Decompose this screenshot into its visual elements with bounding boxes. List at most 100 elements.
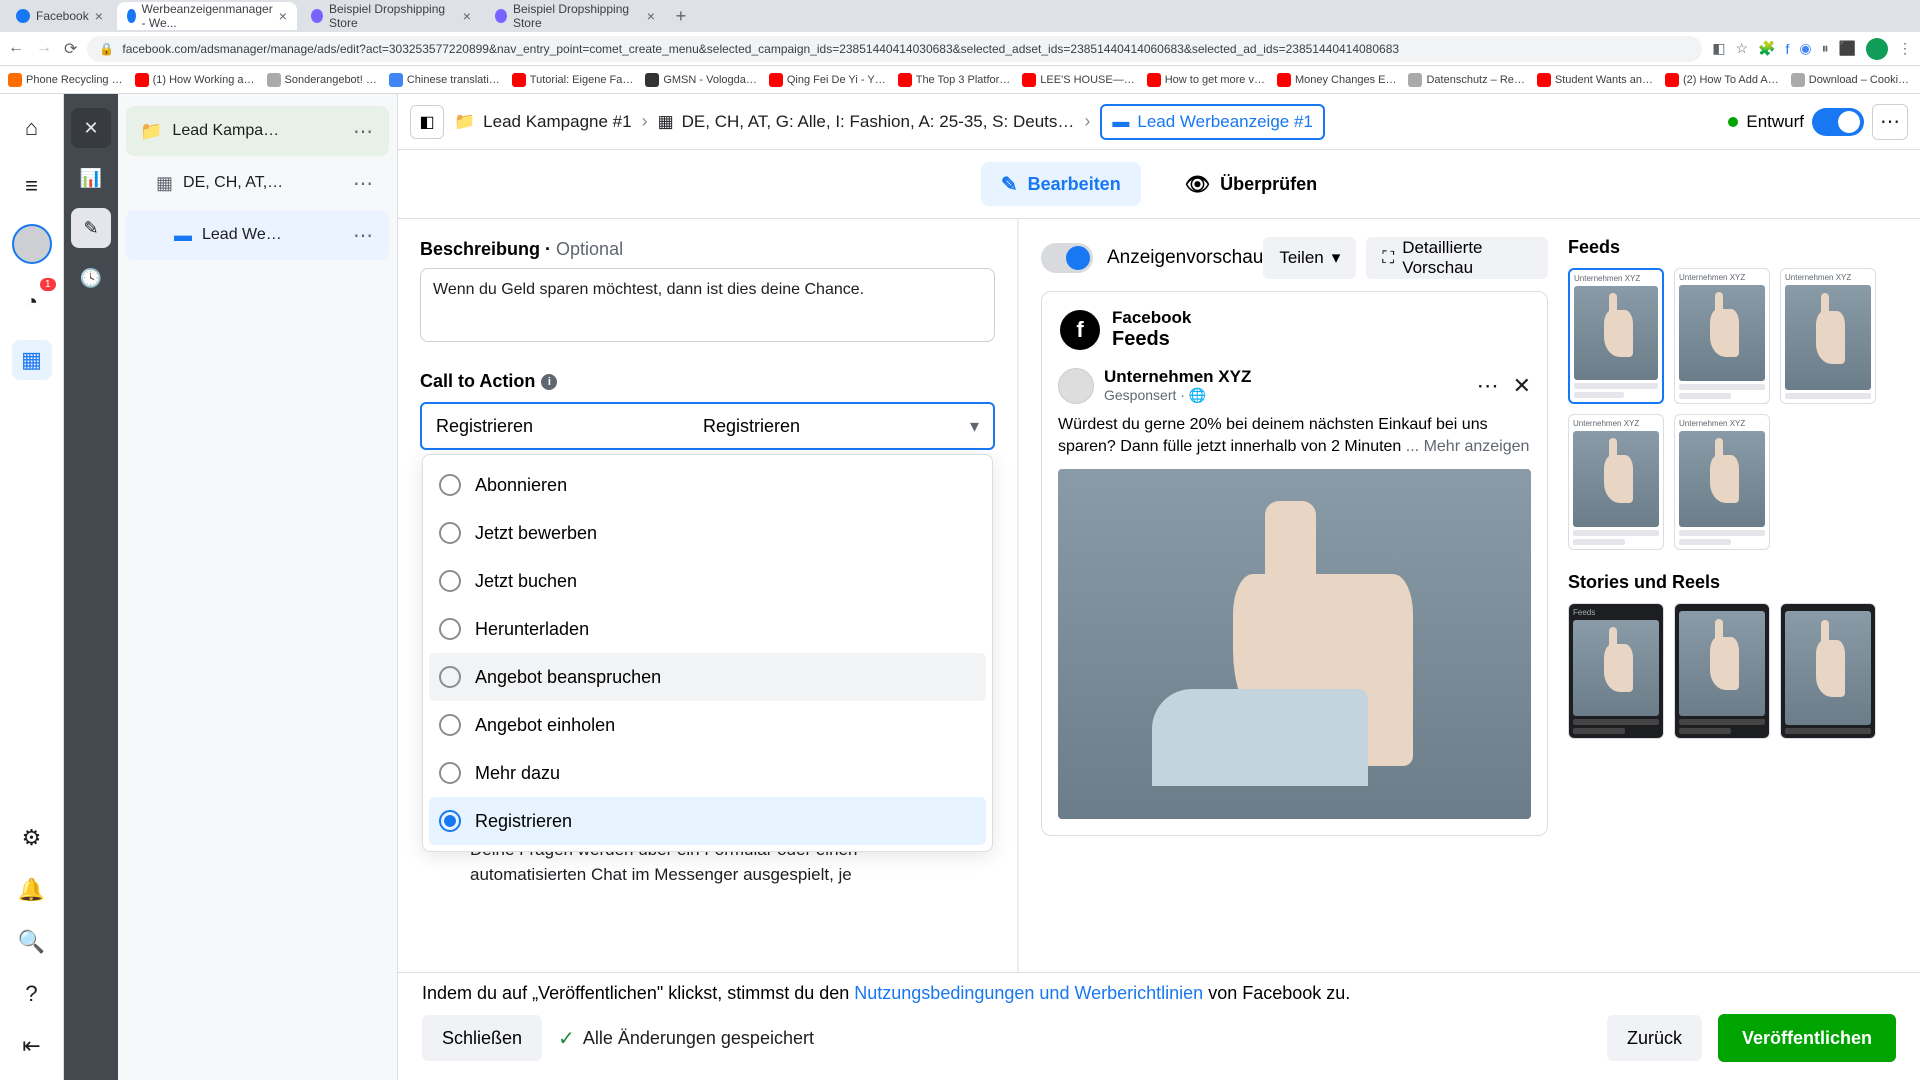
bookmark-item[interactable]: How to get more v… xyxy=(1147,73,1265,87)
breadcrumb-campaign[interactable]: 📁Lead Kampagne #1 xyxy=(454,112,632,132)
menu-icon[interactable]: ≡ xyxy=(12,166,52,206)
new-tab-button[interactable]: + xyxy=(669,4,693,28)
info-icon[interactable]: i xyxy=(541,374,557,390)
cta-option[interactable]: Jetzt bewerben xyxy=(429,509,986,557)
close-icon[interactable]: ✕ xyxy=(1513,373,1531,399)
profile-avatar[interactable] xyxy=(12,224,52,264)
close-icon[interactable]: ✕ xyxy=(71,108,111,148)
bookmark-item[interactable]: Sonderangebot! … xyxy=(267,73,377,87)
bookmark-item[interactable]: Money Changes E… xyxy=(1277,73,1397,87)
address-bar[interactable]: 🔒 facebook.com/adsmanager/manage/ads/edi… xyxy=(87,36,1702,62)
bookmark-item[interactable]: The Top 3 Platfor… xyxy=(898,73,1011,87)
breadcrumb-ad[interactable]: ▬Lead Werbeanzeige #1 xyxy=(1100,104,1325,140)
bookmark-item[interactable]: Qing Fei De Yi - Y… xyxy=(769,73,886,87)
bookmark-item[interactable]: GMSN - Vologda… xyxy=(645,73,757,87)
help-icon[interactable]: ? xyxy=(12,974,52,1014)
bookmark-item[interactable]: Download – Cooki… xyxy=(1791,73,1909,87)
back-button[interactable]: Zurück xyxy=(1607,1015,1702,1061)
cta-option[interactable]: Jetzt buchen xyxy=(429,557,986,605)
menu-icon[interactable]: ⋮ xyxy=(1898,40,1912,57)
tab-close-icon[interactable]: × xyxy=(647,8,655,24)
pencil-icon: ✎ xyxy=(1001,172,1018,197)
status-label: Entwurf xyxy=(1746,112,1804,132)
bookmark-item[interactable]: Datenschutz – Re… xyxy=(1408,73,1524,87)
placement-thumb[interactable]: Unternehmen XYZ xyxy=(1674,414,1770,550)
settings-icon[interactable]: ⚙ xyxy=(12,818,52,858)
back-icon[interactable]: ← xyxy=(8,39,24,59)
breadcrumb-bar: ◧ 📁Lead Kampagne #1 › ▦DE, CH, AT, G: Al… xyxy=(398,94,1920,150)
bookmark-item[interactable]: (2) How To Add A… xyxy=(1665,73,1779,87)
see-more-link[interactable]: ... Mehr anzeigen xyxy=(1406,438,1530,455)
ads-manager-icon[interactable]: ▦ xyxy=(12,340,52,380)
tree-adset[interactable]: ▦DE, CH, AT,… ⋯ xyxy=(126,158,389,208)
preview-card: f Facebook Feeds Unternehmen XYZ xyxy=(1041,291,1548,836)
extension-icon[interactable]: ◉ xyxy=(1799,40,1811,57)
extension-icon[interactable]: ◧ xyxy=(1712,40,1725,57)
tab-edit[interactable]: ✎Bearbeiten xyxy=(981,162,1141,206)
star-icon[interactable]: ☆ xyxy=(1735,40,1748,57)
home-icon[interactable]: ⌂ xyxy=(12,108,52,148)
collapse-icon[interactable]: ⇤ xyxy=(12,1026,52,1066)
reload-icon[interactable]: ⟳ xyxy=(64,39,77,59)
close-button[interactable]: Schließen xyxy=(422,1015,542,1061)
browser-tab[interactable]: Beispiel Dropshipping Store× xyxy=(485,2,665,30)
cta-option[interactable]: Angebot einholen xyxy=(429,701,986,749)
bookmark-item[interactable]: LEE'S HOUSE—… xyxy=(1022,73,1134,87)
bookmark-item[interactable]: Phone Recycling … xyxy=(8,73,123,87)
more-icon[interactable]: ⋯ xyxy=(353,171,375,196)
tab-close-icon[interactable]: × xyxy=(95,8,103,24)
breadcrumb-adset[interactable]: ▦DE, CH, AT, G: Alle, I: Fashion, A: 25-… xyxy=(658,112,1075,132)
browser-tab[interactable]: Werbeanzeigenmanager - We...× xyxy=(117,2,297,30)
detailed-preview-button[interactable]: ⛶Detaillierte Vorschau xyxy=(1366,237,1548,279)
more-icon[interactable]: ⋯ xyxy=(1872,104,1908,140)
more-icon[interactable]: ⋯ xyxy=(353,119,375,144)
cta-option[interactable]: Abonnieren xyxy=(429,461,986,509)
preview-toggle[interactable] xyxy=(1041,243,1093,273)
bookmark-item[interactable]: Tutorial: Eigene Fa… xyxy=(512,73,634,87)
profile-icon[interactable] xyxy=(1866,38,1888,60)
cta-option[interactable]: Mehr dazu xyxy=(429,749,986,797)
placement-thumb[interactable]: Unternehmen XYZ xyxy=(1780,268,1876,404)
cta-option[interactable]: Registrieren xyxy=(429,797,986,845)
tree-campaign[interactable]: 📁Lead Kampa… ⋯ xyxy=(126,106,389,156)
tab-review[interactable]: 👁Überprüfen xyxy=(1165,162,1337,206)
history-icon[interactable]: 🕓 xyxy=(71,258,111,298)
extension-icon[interactable]: 🧩 xyxy=(1758,40,1775,57)
browser-tab[interactable]: Facebook× xyxy=(6,2,113,30)
extension-icon[interactable]: f xyxy=(1785,41,1789,57)
bookmark-item[interactable]: Chinese translati… xyxy=(389,73,500,87)
placement-thumb[interactable] xyxy=(1674,603,1770,739)
chart-icon[interactable]: 📊 xyxy=(71,158,111,198)
publish-button[interactable]: Veröffentlichen xyxy=(1718,1014,1896,1062)
placement-thumb[interactable]: Unternehmen XYZ xyxy=(1568,268,1664,404)
more-icon[interactable]: ⋯ xyxy=(353,223,375,248)
placement-thumb[interactable] xyxy=(1780,603,1876,739)
cta-option[interactable]: Angebot beanspruchen xyxy=(429,653,986,701)
bookmark-item[interactable]: (1) How Working a… xyxy=(135,73,255,87)
placement-thumb[interactable]: Unternehmen XYZ xyxy=(1568,414,1664,550)
notifications-icon[interactable]: 🔔 xyxy=(12,870,52,910)
eye-icon: 👁 xyxy=(1185,172,1210,197)
placement-thumb[interactable]: Feeds xyxy=(1568,603,1664,739)
extension-icon[interactable]: ⏸ xyxy=(1822,40,1829,57)
terms-link[interactable]: Nutzungsbedingungen und Werberichtlinien xyxy=(854,983,1203,1003)
more-icon[interactable]: ⋯ xyxy=(1477,373,1499,399)
tree-ad[interactable]: ▬Lead We… ⋯ xyxy=(126,210,389,260)
browser-tab[interactable]: Beispiel Dropshipping Store× xyxy=(301,2,481,30)
search-icon[interactable]: 🔍 xyxy=(12,922,52,962)
tab-close-icon[interactable]: × xyxy=(279,8,287,24)
cta-select[interactable]: Registrieren Registrieren Registrieren ▾… xyxy=(420,402,995,450)
publish-toggle[interactable] xyxy=(1812,108,1864,136)
panel-toggle-icon[interactable]: ◧ xyxy=(410,105,444,139)
placement-thumb[interactable]: Unternehmen XYZ xyxy=(1674,268,1770,404)
description-input[interactable] xyxy=(420,268,995,342)
tab-close-icon[interactable]: × xyxy=(463,8,471,24)
share-button[interactable]: Teilen▾ xyxy=(1263,237,1356,279)
forward-icon[interactable]: → xyxy=(36,39,52,59)
feeds-heading: Feeds xyxy=(1568,237,1898,258)
cta-option[interactable]: Herunterladen xyxy=(429,605,986,653)
apps-icon[interactable]: ◔1 xyxy=(12,282,52,322)
edit-icon[interactable]: ✎ xyxy=(71,208,111,248)
extension-icon[interactable]: ⬛ xyxy=(1839,40,1856,57)
bookmark-item[interactable]: Student Wants an… xyxy=(1537,73,1653,87)
